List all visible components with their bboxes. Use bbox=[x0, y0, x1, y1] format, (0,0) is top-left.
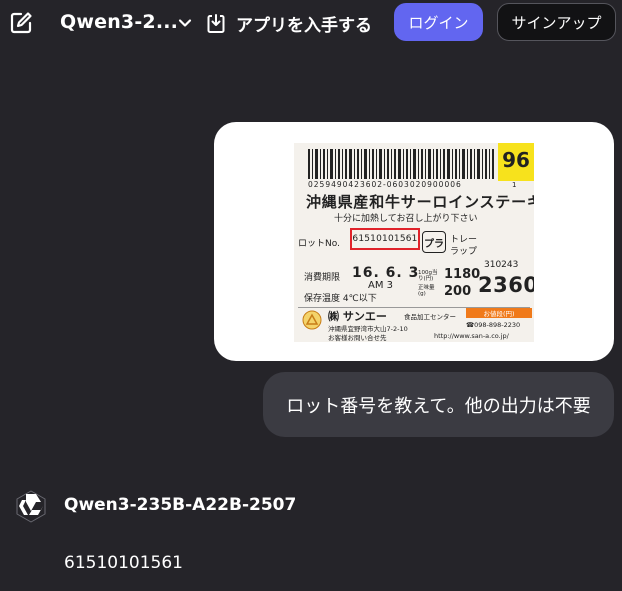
login-button[interactable]: ログイン bbox=[394, 3, 483, 41]
get-app-link[interactable]: アプリを入手する bbox=[236, 11, 372, 36]
net-weight: 200 bbox=[444, 284, 472, 299]
product-name: 沖縄県産和牛サーロインステーキ bbox=[306, 193, 534, 211]
company-logo-icon bbox=[302, 310, 322, 330]
price-per-100g: 1180 bbox=[444, 267, 481, 282]
company-phone: ☎098-898-2230 bbox=[466, 321, 521, 329]
recycle-mark: プラ bbox=[422, 231, 446, 253]
lot-label: ロットNo. bbox=[298, 239, 340, 249]
heating-note: 十分に加熱してお召し上がり下さい bbox=[334, 214, 478, 224]
user-image-message[interactable]: 0259490423602-0603020900006 96 1 沖縄県産和牛サ… bbox=[214, 122, 614, 361]
signup-button[interactable]: サインアップ bbox=[497, 3, 616, 41]
assistant-name: Qwen3-235B-A22B-2507 bbox=[64, 495, 297, 515]
top-bar: Qwen3-2... アプリを入手する ログイン サインアップ bbox=[0, 0, 622, 44]
user-text-message: ロット番号を教えて。他の出力は不要 bbox=[263, 372, 614, 437]
lot-number-highlight: 61510101561 bbox=[350, 228, 420, 250]
meat-label-image: 0259490423602-0603020900006 96 1 沖縄県産和牛サ… bbox=[294, 143, 534, 342]
expiry-date: 16. 6. 3 bbox=[352, 265, 420, 281]
barcode-number: 0259490423602-0603020900006 bbox=[308, 180, 462, 189]
company-website: http://www.san-a.co.jp/ bbox=[434, 332, 509, 340]
barcode-graphic bbox=[308, 149, 494, 179]
recycle-text-2: ラップ bbox=[450, 247, 478, 257]
price-tag: お値段(円) bbox=[466, 308, 532, 318]
badge-number: 96 bbox=[498, 143, 534, 181]
storage-temp: 保存温度 4℃以下 bbox=[304, 294, 377, 304]
download-app-icon[interactable] bbox=[206, 12, 226, 34]
expiry-time: AM 3 bbox=[368, 280, 394, 291]
model-selector-label[interactable]: Qwen3-2... bbox=[60, 11, 178, 33]
food-center: 食品加工センター bbox=[404, 313, 456, 321]
price-per-100g-label: 100g当り(円) bbox=[418, 270, 438, 282]
inquiry-label: お客様お問い合せ先 bbox=[328, 334, 387, 342]
assistant-answer: 61510101561 bbox=[64, 553, 183, 573]
product-code: 310243 bbox=[484, 260, 519, 270]
company-name: ㈱ サンエー bbox=[328, 310, 387, 323]
total-price: 2360 bbox=[478, 273, 534, 297]
expiry-label: 消費期限 bbox=[304, 273, 341, 283]
qwen-logo-icon bbox=[16, 490, 46, 523]
chat-app: Qwen3-2... アプリを入手する ログイン サインアップ 02594904… bbox=[0, 0, 622, 591]
net-weight-label: 正味量(g) bbox=[418, 285, 435, 297]
badge-sub: 1 bbox=[512, 181, 517, 189]
edit-icon[interactable] bbox=[8, 10, 34, 36]
chevron-down-icon[interactable] bbox=[176, 14, 194, 32]
